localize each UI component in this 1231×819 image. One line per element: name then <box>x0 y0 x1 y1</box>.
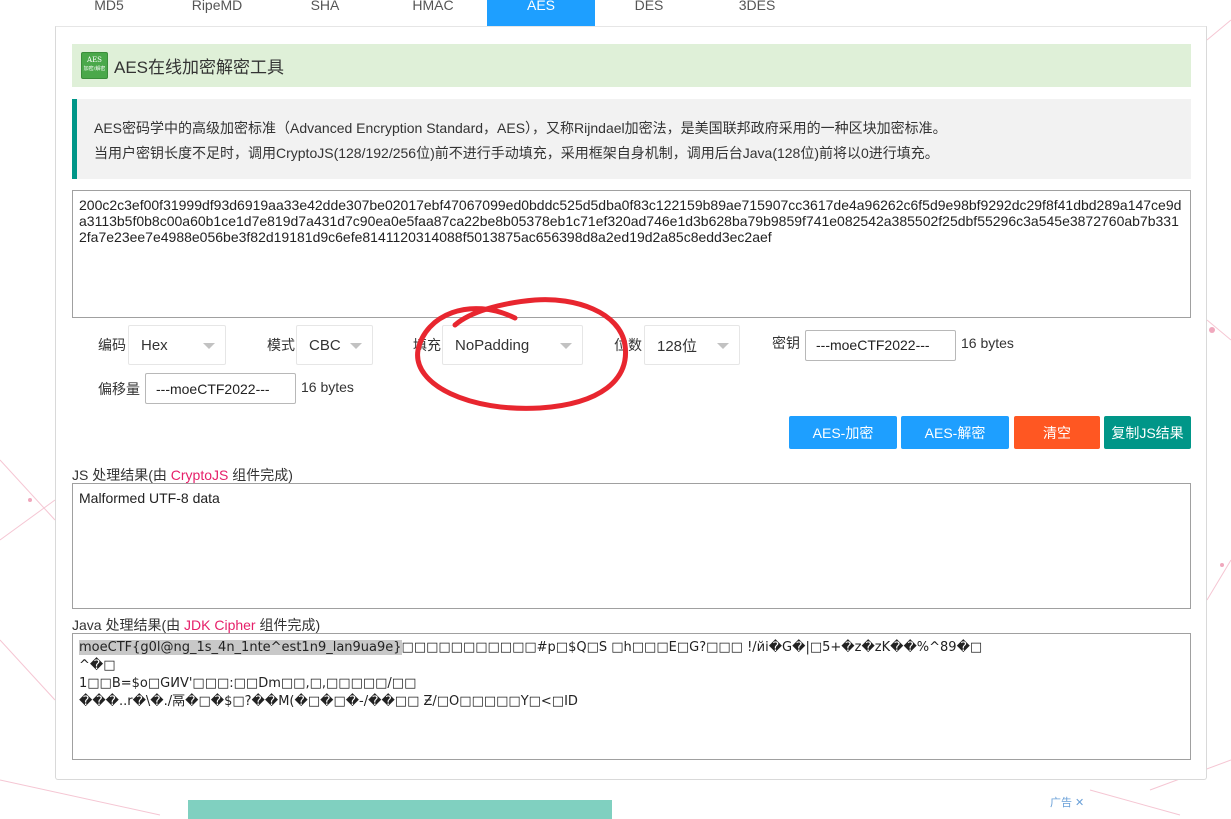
encoding-label: 编码 <box>98 337 126 353</box>
ad-image <box>188 800 612 819</box>
java-result-label: Java 处理结果(由 JDK Cipher 组件完成) <box>72 617 321 633</box>
cryptojs-link[interactable]: CryptoJS <box>171 467 229 483</box>
mode-label: 模式 <box>267 337 295 353</box>
chevron-down-icon <box>203 343 215 349</box>
bits-label: 位数 <box>614 337 642 353</box>
garbled-text-line-1: □□□□□□□□□□□#p□$Q□S □h□□□E□G?□□□ !/йі�G�|… <box>401 640 983 655</box>
garbled-text-line-2: ^�□ <box>79 658 116 673</box>
tab-aes[interactable]: AES <box>487 0 595 26</box>
algorithm-tabs: MD5 RipeMD SHA HMAC AES DES 3DES <box>55 0 1205 26</box>
padding-select[interactable]: NoPadding <box>442 325 583 365</box>
key-label: 密钥 <box>772 335 800 351</box>
iv-label: 偏移量 <box>98 380 140 397</box>
decrypted-flag-selection: moeCTF{g0l@ng_1s_4n_1nte^est1n9_lan9ua9e… <box>79 640 402 655</box>
key-input[interactable]: ---moeCTF2022--- <box>805 329 956 361</box>
aes-logo-icon: AES 加密/解密 <box>81 52 108 79</box>
page-title: AES在线加密解密工具 <box>114 58 285 77</box>
tab-md5[interactable]: MD5 <box>55 0 163 26</box>
tab-3des[interactable]: 3DES <box>703 0 811 26</box>
padding-label: 填充 <box>413 337 441 353</box>
js-result-output[interactable]: Malformed UTF-8 data <box>72 483 1191 609</box>
tab-des[interactable]: DES <box>595 0 703 26</box>
aes-decrypt-button[interactable]: AES-解密 <box>901 416 1009 449</box>
tab-sha[interactable]: SHA <box>271 0 379 26</box>
jdk-cipher-link[interactable]: JDK Cipher <box>184 617 256 633</box>
iv-bytes-count: 16 bytes <box>301 378 354 395</box>
chevron-down-icon <box>560 343 572 349</box>
options-row-2: 偏移量 ---moeCTF2022--- 16 bytes <box>98 373 354 404</box>
mode-select[interactable]: CBC <box>296 325 373 365</box>
js-result-label: JS 处理结果(由 CryptoJS 组件完成) <box>72 467 293 483</box>
tool-title-bar: AES 加密/解密 AES在线加密解密工具 <box>72 44 1191 87</box>
ad-banner[interactable]: 广告 ✕ <box>170 792 1090 819</box>
ad-close-label[interactable]: 广告 ✕ <box>1050 794 1084 810</box>
garbled-text-line-3: 1□□B=$o□GИV'□□□:□□Dm□□,□,□□□□□/□□ <box>79 676 417 691</box>
aes-tool-panel: AES 加密/解密 AES在线加密解密工具 AES密码学中的高级加密标准（Adv… <box>55 26 1207 780</box>
ciphertext-input[interactable]: 200c2c3ef00f31999df93d6919aa33e42dde307b… <box>72 190 1191 318</box>
encoding-select[interactable]: Hex <box>128 325 226 365</box>
clear-button[interactable]: 清空 <box>1014 416 1100 449</box>
description-line-1: AES密码学中的高级加密标准（Advanced Encryption Stand… <box>94 120 947 136</box>
key-bytes-count: 16 bytes <box>961 335 1014 351</box>
iv-input[interactable]: ---moeCTF2022--- <box>145 373 296 404</box>
chevron-down-icon <box>350 343 362 349</box>
copy-js-result-button[interactable]: 复制JS结果 <box>1104 416 1191 449</box>
tab-hmac[interactable]: HMAC <box>379 0 487 26</box>
description-line-2: 当用户密钥长度不足时，调用CryptoJS(128/192/256位)前不进行手… <box>94 145 939 161</box>
aes-encrypt-button[interactable]: AES-加密 <box>789 416 897 449</box>
bits-select[interactable]: 128位 <box>644 325 740 365</box>
options-row-1: 编码 Hex 模式 CBC 填充 NoPadding 位数 128位 密钥 --… <box>98 325 1014 365</box>
garbled-text-line-4: ���..r�\�./鬲�□�$□?��M(�□�□�-/��□□ Ƶ/□O□□… <box>79 694 578 709</box>
description-box: AES密码学中的高级加密标准（Advanced Encryption Stand… <box>72 99 1191 179</box>
chevron-down-icon <box>717 343 729 349</box>
tab-ripemd[interactable]: RipeMD <box>163 0 271 26</box>
java-result-output[interactable]: moeCTF{g0l@ng_1s_4n_1nte^est1n9_lan9ua9e… <box>72 633 1191 760</box>
